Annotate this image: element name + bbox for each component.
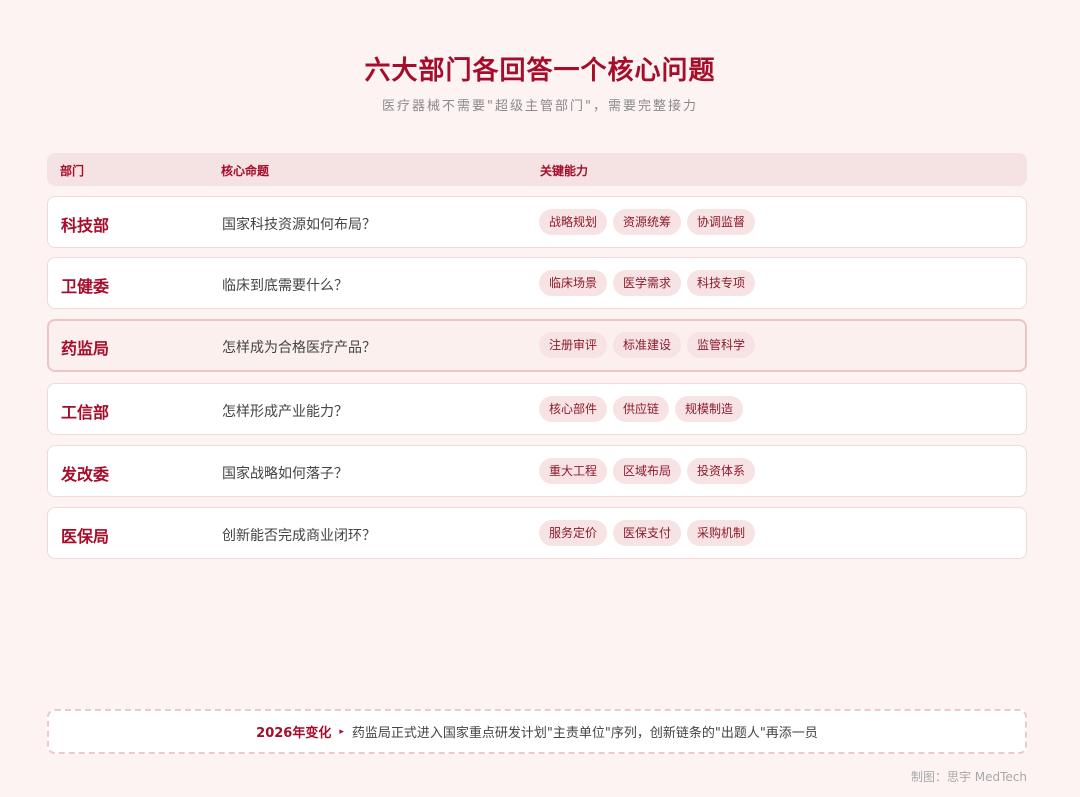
ability-tag: 采购机制	[687, 520, 756, 546]
ability-tag: 监管科学	[687, 332, 756, 358]
table-row: 医保局 创新能否完成商业闭环？ 服务定价 医保支付 采购机制	[47, 507, 1027, 559]
row-dept: 工信部	[61, 403, 110, 422]
change-note-text: 药监局正式进入国家重点研发计划"主责单位"序列，创新链条的"出题人"再添一员	[351, 726, 818, 741]
row-proposition: 国家战略如何落子？	[222, 466, 348, 482]
ability-tag: 医保支付	[613, 520, 682, 546]
column-header-dept: 部门	[60, 164, 85, 178]
table-row-highlighted: 药监局 怎样成为合格医疗产品？ 注册审评 标准建设 监管科学	[47, 319, 1027, 372]
tag-list: 核心部件 供应链 规模制造	[539, 396, 744, 422]
ability-tag: 规模制造	[675, 396, 744, 422]
ability-tag: 标准建设	[613, 332, 682, 358]
row-proposition: 国家科技资源如何布局？	[222, 217, 376, 233]
credit-text: 制图：思宇 MedTech	[910, 770, 1027, 784]
ability-tag: 供应链	[613, 396, 670, 422]
tag-list: 重大工程 区域布局 投资体系	[539, 458, 756, 484]
row-proposition: 创新能否完成商业闭环？	[222, 528, 376, 544]
table-row: 发改委 国家战略如何落子？ 重大工程 区域布局 投资体系	[47, 445, 1027, 497]
ability-tag: 科技专项	[687, 270, 756, 296]
column-header-proposition: 核心命题	[221, 164, 270, 178]
ability-tag: 临床场景	[539, 270, 608, 296]
table-row: 工信部 怎样形成产业能力？ 核心部件 供应链 规模制造	[47, 383, 1027, 435]
row-proposition: 怎样成为合格医疗产品？	[222, 340, 376, 356]
tag-list: 战略规划 资源统筹 协调监督	[539, 209, 756, 235]
ability-tag: 协调监督	[687, 209, 756, 235]
ability-tag: 服务定价	[539, 520, 608, 546]
ability-tag: 核心部件	[539, 396, 608, 422]
row-proposition: 怎样形成产业能力？	[222, 404, 348, 420]
tag-list: 服务定价 医保支付 采购机制	[539, 520, 756, 546]
change-note-box: 2026年变化 ▸ 药监局正式进入国家重点研发计划"主责单位"序列，创新链条的"…	[47, 709, 1027, 754]
page-title: 六大部门各回答一个核心问题	[364, 56, 716, 86]
ability-tag: 医学需求	[613, 270, 682, 296]
page: 六大部门各回答一个核心问题 医疗器械不需要"超级主管部门"，需要完整接力 部门 …	[0, 0, 1080, 797]
row-dept: 医保局	[61, 527, 110, 546]
ability-tag: 注册审评	[539, 332, 608, 358]
row-dept: 卫健委	[61, 277, 110, 296]
tag-list: 临床场景 医学需求 科技专项	[539, 270, 756, 296]
table-row: 科技部 国家科技资源如何布局？ 战略规划 资源统筹 协调监督	[47, 196, 1027, 248]
row-dept: 发改委	[61, 465, 110, 484]
row-dept: 药监局	[61, 339, 110, 358]
change-year-label: 2026年变化	[256, 726, 332, 741]
tag-list: 注册审评 标准建设 监管科学	[539, 332, 756, 358]
ability-tag: 投资体系	[687, 458, 756, 484]
ability-tag: 战略规划	[539, 209, 608, 235]
page-subtitle: 医疗器械不需要"超级主管部门"，需要完整接力	[382, 99, 698, 114]
arrow-right-icon: ▸	[339, 726, 344, 737]
column-header-ability: 关键能力	[540, 164, 589, 178]
ability-tag: 资源统筹	[613, 209, 682, 235]
table-row: 卫健委 临床到底需要什么？ 临床场景 医学需求 科技专项	[47, 257, 1027, 309]
ability-tag: 区域布局	[613, 458, 682, 484]
row-dept: 科技部	[61, 216, 110, 235]
ability-tag: 重大工程	[539, 458, 608, 484]
row-proposition: 临床到底需要什么？	[222, 278, 348, 294]
table-header: 部门 核心命题 关键能力	[47, 153, 1027, 186]
